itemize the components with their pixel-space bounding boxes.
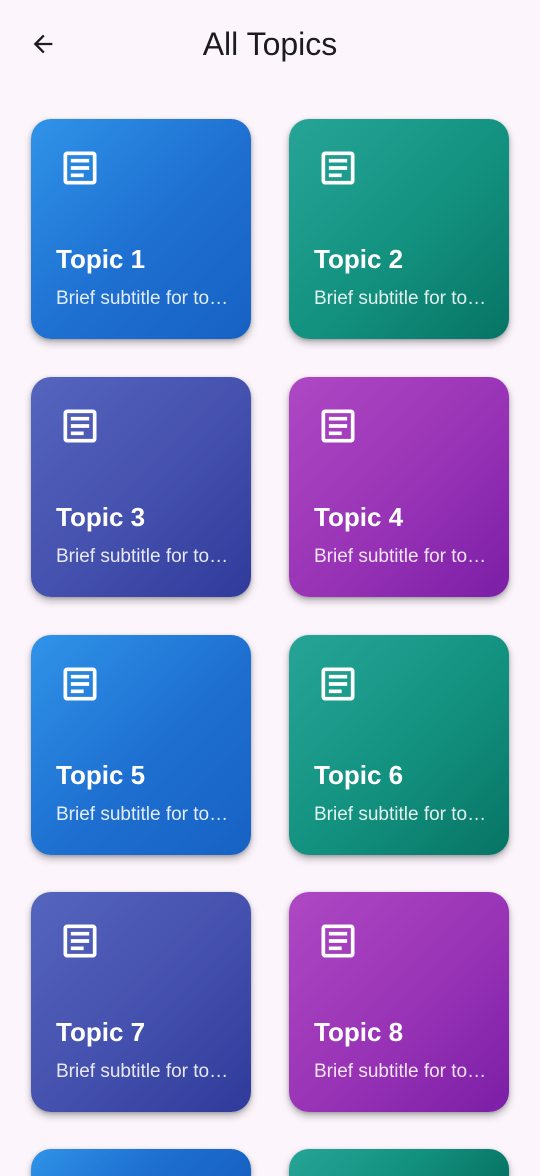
topic-card[interactable]: Topic 1 Brief subtitle for topic 1 bbox=[31, 119, 251, 339]
topic-card[interactable]: Topic 3 Brief subtitle for topic 3 bbox=[31, 377, 251, 597]
topic-title: Topic 7 bbox=[56, 1017, 146, 1047]
article-icon bbox=[63, 924, 97, 958]
article-icon bbox=[321, 409, 355, 443]
topic-title: Topic 4 bbox=[314, 502, 404, 532]
page-title: All Topics bbox=[202, 26, 338, 62]
topic-card[interactable]: Topic 5 Brief subtitle for topic 5 bbox=[31, 635, 251, 855]
topic-card[interactable]: Topic 4 Brief subtitle for topic 4 bbox=[289, 377, 509, 597]
article-icon bbox=[321, 924, 355, 958]
article-icon bbox=[321, 667, 355, 701]
topic-title: Topic 1 bbox=[56, 244, 146, 274]
topic-title: Topic 2 bbox=[314, 244, 404, 274]
article-icon bbox=[321, 151, 355, 185]
topic-card[interactable]: Topic 2 Brief subtitle for topic 2 bbox=[289, 119, 509, 339]
article-icon bbox=[63, 409, 97, 443]
topic-card[interactable] bbox=[289, 1149, 509, 1176]
topic-title: Topic 3 bbox=[56, 502, 146, 532]
topic-subtitle: Brief subtitle for topic 2 bbox=[314, 288, 489, 309]
topic-subtitle: Brief subtitle for topic 5 bbox=[56, 804, 231, 825]
topic-subtitle: Brief subtitle for topic 7 bbox=[56, 1061, 231, 1082]
article-icon bbox=[63, 667, 97, 701]
topic-subtitle: Brief subtitle for topic 8 bbox=[314, 1061, 489, 1082]
topic-title: Topic 8 bbox=[314, 1017, 404, 1047]
topic-card[interactable]: Topic 7 Brief subtitle for topic 7 bbox=[31, 892, 251, 1112]
app-bar: All Topics bbox=[0, 0, 540, 88]
topic-card[interactable] bbox=[31, 1149, 251, 1176]
topic-title: Topic 6 bbox=[314, 760, 404, 790]
topic-subtitle: Brief subtitle for topic 6 bbox=[314, 804, 489, 825]
topic-subtitle: Brief subtitle for topic 3 bbox=[56, 546, 231, 567]
article-icon bbox=[63, 151, 97, 185]
topic-subtitle: Brief subtitle for topic 1 bbox=[56, 288, 231, 309]
topic-card[interactable]: Topic 8 Brief subtitle for topic 8 bbox=[289, 892, 509, 1112]
topic-title: Topic 5 bbox=[56, 760, 146, 790]
topic-subtitle: Brief subtitle for topic 4 bbox=[314, 546, 489, 567]
topic-card[interactable]: Topic 6 Brief subtitle for topic 6 bbox=[289, 635, 509, 855]
